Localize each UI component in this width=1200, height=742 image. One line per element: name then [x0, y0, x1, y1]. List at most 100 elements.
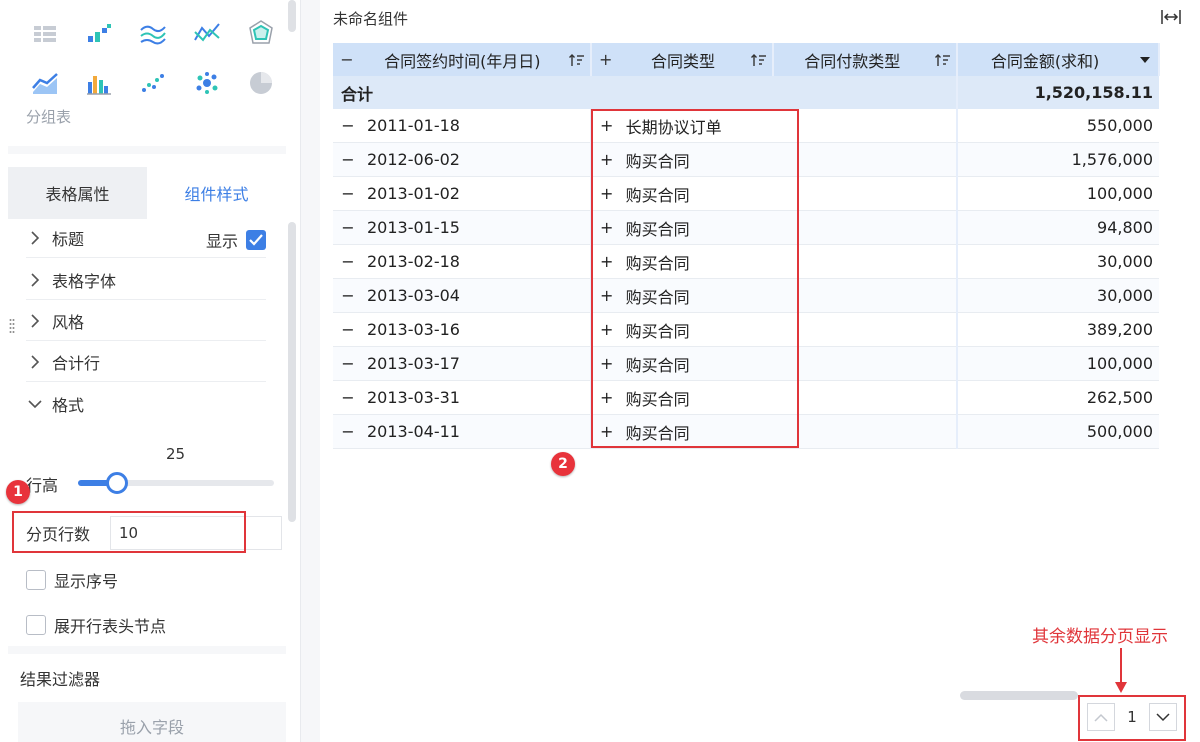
- accordion-title[interactable]: 标题 显示: [26, 218, 266, 258]
- collapse-toggle[interactable]: −: [333, 354, 363, 373]
- chevron-right-icon: [26, 354, 44, 369]
- accordion-font[interactable]: 表格字体: [26, 260, 266, 300]
- payment-type-cell: [773, 380, 958, 415]
- chevron-down-icon: [26, 399, 44, 409]
- column-label: 合同类型: [651, 51, 716, 71]
- expand-toggle[interactable]: +: [592, 218, 622, 237]
- checkbox-icon[interactable]: [26, 570, 46, 590]
- sort-icon[interactable]: [746, 53, 772, 67]
- expand-toggle[interactable]: +: [592, 354, 622, 373]
- date-value: 2011-01-18: [367, 116, 460, 135]
- type-value: 购买合同: [625, 423, 690, 443]
- bubble-icon[interactable]: [190, 66, 224, 100]
- accordion-label: 表格字体: [52, 271, 117, 291]
- top-scrollbar[interactable]: [288, 0, 296, 32]
- drag-handle-icon[interactable]: [9, 318, 15, 334]
- table-group-icon[interactable]: [28, 16, 62, 50]
- expand-toggle[interactable]: +: [592, 50, 620, 69]
- accordion-total-row[interactable]: 合计行: [26, 342, 266, 382]
- tab-table-properties[interactable]: 表格属性: [8, 167, 147, 219]
- slider-knob[interactable]: [106, 472, 129, 494]
- total-amount: 1,520,158.11: [956, 76, 1159, 109]
- sort-icon[interactable]: [930, 53, 956, 67]
- column-header-type[interactable]: + 合同类型: [590, 43, 775, 76]
- expand-toggle[interactable]: +: [592, 286, 622, 305]
- sort-icon[interactable]: [564, 53, 590, 67]
- bar-cluster-icon[interactable]: [82, 66, 116, 100]
- show-index-checkbox[interactable]: 显示序号: [26, 568, 118, 592]
- row-height-label: 行高: [26, 476, 59, 495]
- radar-icon[interactable]: [244, 16, 278, 50]
- table-row: −2013-01-15 + 购买合同 94,800: [333, 210, 1159, 245]
- type-cell: + 购买合同: [589, 312, 774, 347]
- date-value: 2012-06-02: [367, 150, 460, 169]
- expand-header-checkbox[interactable]: 展开行表头节点: [26, 613, 166, 637]
- pie-icon[interactable]: [244, 66, 278, 100]
- fit-width-icon[interactable]: [1160, 8, 1182, 26]
- column-header-payment-type[interactable]: 合同付款类型: [773, 43, 959, 76]
- row-height-slider[interactable]: [78, 472, 274, 494]
- payment-type-cell: [773, 176, 958, 211]
- bar-scatter-icon[interactable]: [82, 16, 116, 50]
- date-value: 2013-01-02: [367, 184, 460, 203]
- accordion-label: 风格: [52, 312, 85, 332]
- widget-title: 未命名组件: [333, 10, 409, 28]
- dropdown-caret-icon[interactable]: [1132, 56, 1158, 64]
- page-rows-input[interactable]: [110, 516, 282, 550]
- dot-scatter-icon[interactable]: [136, 66, 170, 100]
- column-header-amount[interactable]: 合同金额(求和): [957, 43, 1160, 76]
- payment-type-cell: [773, 210, 958, 245]
- result-filter-title: 结果过滤器: [20, 670, 101, 689]
- page-up-button[interactable]: [1087, 703, 1115, 731]
- collapse-toggle[interactable]: −: [333, 50, 361, 69]
- area-line-icon[interactable]: [28, 66, 62, 100]
- pager: 1: [1078, 694, 1186, 740]
- filter-drop-zone[interactable]: 拖入字段: [18, 702, 286, 742]
- accordion-format[interactable]: 格式: [26, 384, 266, 424]
- collapse-toggle[interactable]: −: [333, 320, 363, 339]
- table-header-row: − 合同签约时间(年月日) + 合同类型 合同付款类型 合同金额(求和): [333, 43, 1160, 76]
- collapse-toggle[interactable]: −: [333, 218, 363, 237]
- expand-toggle[interactable]: +: [592, 388, 622, 407]
- expand-toggle[interactable]: +: [592, 150, 622, 169]
- check-icon[interactable]: [246, 230, 266, 250]
- collapse-toggle[interactable]: −: [333, 422, 363, 441]
- table-hscrollbar[interactable]: [960, 691, 1078, 700]
- page-down-button[interactable]: [1149, 703, 1177, 731]
- date-cell: −2013-03-04: [333, 278, 591, 313]
- collapse-toggle[interactable]: −: [333, 388, 363, 407]
- collapse-toggle[interactable]: −: [333, 116, 363, 135]
- type-cell: + 长期协议订单: [589, 109, 774, 143]
- expand-toggle[interactable]: +: [592, 252, 622, 271]
- expand-toggle[interactable]: +: [592, 320, 622, 339]
- type-cell: + 购买合同: [589, 414, 774, 449]
- tab-component-style[interactable]: 组件样式: [147, 167, 286, 219]
- collapse-toggle[interactable]: −: [333, 184, 363, 203]
- collapse-toggle[interactable]: −: [333, 150, 363, 169]
- page-rows-setting: 分页行数: [12, 514, 282, 552]
- date-value: 2013-04-11: [367, 422, 460, 441]
- type-cell: + 购买合同: [589, 380, 774, 415]
- expand-toggle[interactable]: +: [592, 422, 622, 441]
- collapse-toggle[interactable]: −: [333, 252, 363, 271]
- multi-line-icon[interactable]: [136, 16, 170, 50]
- date-value: 2013-03-17: [367, 354, 460, 373]
- type-cell: + 购买合同: [589, 346, 774, 381]
- total-row: 合计 1,520,158.11: [333, 76, 1159, 109]
- line-scatter-icon[interactable]: [190, 16, 224, 50]
- amount-cell: 100,000: [956, 346, 1159, 381]
- amount-cell: 100,000: [956, 176, 1159, 211]
- checkbox-icon[interactable]: [26, 615, 46, 635]
- style-scrollbar[interactable]: [288, 222, 296, 522]
- type-value: 长期协议订单: [625, 117, 722, 137]
- expand-toggle[interactable]: +: [592, 116, 622, 135]
- accordion-style[interactable]: 风格: [26, 301, 266, 341]
- type-value: 购买合同: [625, 321, 690, 341]
- expand-header-label: 展开行表头节点: [54, 617, 167, 636]
- title-show-toggle[interactable]: 显示: [206, 228, 266, 252]
- collapse-toggle[interactable]: −: [333, 286, 363, 305]
- column-header-date[interactable]: − 合同签约时间(年月日): [333, 43, 592, 76]
- payment-type-cell: [773, 346, 958, 381]
- date-cell: −2013-03-16: [333, 312, 591, 347]
- expand-toggle[interactable]: +: [592, 184, 622, 203]
